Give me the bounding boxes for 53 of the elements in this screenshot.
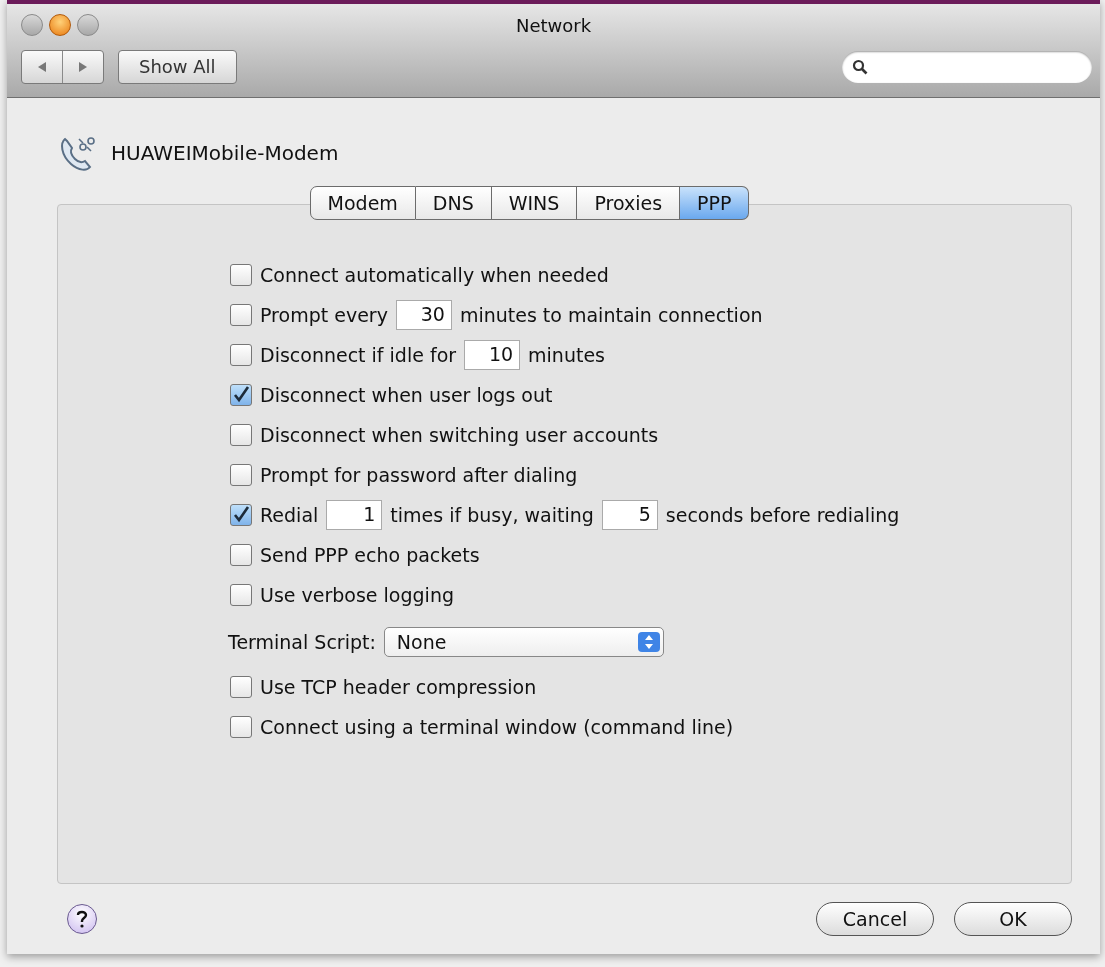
checkbox[interactable]: [230, 716, 252, 738]
checkbox[interactable]: [230, 304, 252, 326]
checkbox[interactable]: [230, 584, 252, 606]
option-label: Use TCP header compression: [260, 676, 537, 698]
number-field[interactable]: 10: [464, 340, 521, 370]
option-label: seconds before redialing: [665, 504, 900, 526]
checkbox[interactable]: [230, 676, 252, 698]
tab[interactable]: PPP: [680, 186, 750, 220]
dialog-button[interactable]: Cancel: [816, 902, 934, 936]
tab[interactable]: DNS: [415, 186, 492, 220]
checkbox[interactable]: [230, 544, 252, 566]
option-label: minutes to maintain connection: [459, 304, 763, 326]
device-name: HUAWEIMobile-Modem: [111, 141, 339, 165]
terminal-script-label: Terminal Script:: [228, 631, 376, 653]
option-label: Use verbose logging: [260, 584, 454, 606]
checkbox[interactable]: [230, 344, 252, 366]
checkbox[interactable]: [230, 264, 252, 286]
tab[interactable]: Proxies: [577, 186, 681, 220]
dialog-button[interactable]: OK: [954, 902, 1072, 936]
window-title: Network: [515, 14, 592, 36]
option-label: Prompt for password after dialing: [260, 464, 578, 486]
option-label: Disconnect when switching user accounts: [260, 424, 659, 446]
search-icon: [852, 58, 868, 75]
search-field[interactable]: [842, 50, 1092, 83]
question-mark-icon: [76, 910, 88, 928]
terminal-script-popup[interactable]: None: [383, 627, 664, 657]
minimize-button[interactable]: [49, 14, 71, 36]
help-button[interactable]: [67, 904, 97, 934]
checkbox[interactable]: [230, 424, 252, 446]
checkbox[interactable]: [230, 504, 252, 526]
option-label: minutes: [528, 344, 605, 366]
stepper-arrows-icon: [637, 632, 660, 652]
forward-arrow-icon: [78, 60, 88, 73]
show-all-button[interactable]: Show All: [118, 49, 237, 84]
option-label: Send PPP echo packets: [260, 544, 480, 566]
option-label: times if busy, waiting: [390, 504, 594, 526]
option-label: Disconnect when user logs out: [260, 384, 553, 406]
number-field[interactable]: 5: [601, 500, 658, 530]
close-button[interactable]: [21, 14, 43, 36]
option-label: Disconnect if idle for: [260, 344, 457, 366]
checkbox[interactable]: [230, 464, 252, 486]
option-label: Connect automatically when needed: [260, 264, 609, 286]
number-field[interactable]: 30: [395, 300, 452, 330]
zoom-button[interactable]: [77, 14, 99, 36]
tab[interactable]: Modem: [309, 186, 416, 220]
option-label: Redial: [260, 504, 319, 526]
number-field[interactable]: 1: [326, 500, 383, 530]
back-arrow-icon: [37, 60, 47, 73]
tab[interactable]: WINS: [491, 186, 578, 220]
back-forward-control[interactable]: [21, 49, 104, 84]
option-label: Prompt every: [260, 304, 388, 326]
checkbox[interactable]: [230, 384, 252, 406]
option-label: Connect using a terminal window (command line): [260, 716, 734, 738]
